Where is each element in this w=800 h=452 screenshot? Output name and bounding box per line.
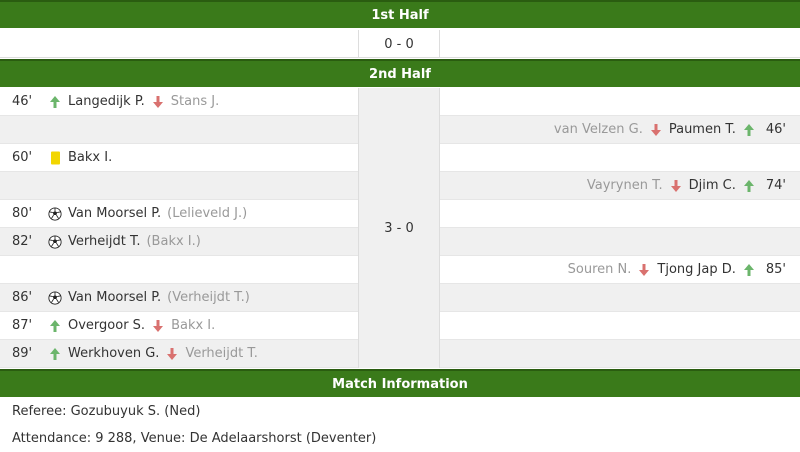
referee-text: Referee: Gozubuyuk S. (Ned) [12,404,201,419]
sub-out-arrow-icon [151,95,165,109]
event-minute: 82' [12,234,33,249]
event-minute: 60' [12,150,33,165]
match-info-title: Match Information [332,376,468,392]
event-secondary-player[interactable]: Souren N. [568,262,632,277]
home-event: 60' Bakx I. [0,144,358,171]
event-minute: 80' [12,206,33,221]
event-secondary-player[interactable]: van Velzen G. [554,122,643,137]
event-minute: 89' [12,346,33,361]
event-secondary-player[interactable]: Bakx I. [171,318,215,333]
sub-in-arrow-icon [742,123,756,137]
home-event: 89' Werkhoven G. Verheijdt T. [0,340,358,367]
event-player[interactable]: Langedijk P. [68,94,145,109]
attendance-venue-text: Attendance: 9 288, Venue: De Adelaarshor… [12,431,377,446]
event-player[interactable]: Van Moorsel P. [68,290,161,305]
event-minute: 86' [12,290,33,305]
home-event: 46' Langedijk P. Stans J. [0,88,358,115]
sub-out-arrow-icon [637,263,651,277]
first-half-title: 1st Half [371,7,429,23]
second-half-score: 3 - 0 [358,88,440,368]
event-player[interactable]: Overgoor S. [68,318,145,333]
home-event: 82' Verheijdt T. (Bakx I.) [0,228,358,255]
first-half-header: 1st Half [0,0,800,28]
attendance-row: Attendance: 9 288, Venue: De Adelaarshor… [0,425,800,452]
second-half-score-value: 3 - 0 [384,220,414,236]
event-player[interactable]: Paumen T. [669,122,736,137]
event-minute: 74' [765,178,786,193]
event-minute: 46' [765,122,786,137]
yellow-card-icon [48,151,62,165]
event-player[interactable]: Verheijdt T. [68,234,140,249]
event-player[interactable]: Bakx I. [68,150,112,165]
event-minute: 87' [12,318,33,333]
event-player[interactable]: Tjong Jap D. [657,262,735,277]
sub-out-arrow-icon [151,319,165,333]
event-minute: 46' [12,94,33,109]
goal-ball-icon [48,234,62,249]
sub-out-arrow-icon [165,347,179,361]
sub-out-arrow-icon [669,179,683,193]
sub-in-arrow-icon [742,263,756,277]
away-event: Vayrynen T. Djim C. 74' [440,172,800,199]
event-player[interactable]: Djim C. [689,178,736,193]
event-secondary-player[interactable]: (Bakx I.) [146,234,200,249]
sub-in-arrow-icon [48,319,62,333]
away-event: Souren N. Tjong Jap D. 85' [440,256,800,283]
sub-in-arrow-icon [48,347,62,361]
away-event: van Velzen G. Paumen T. 46' [440,116,800,143]
event-secondary-player[interactable]: Vayrynen T. [587,178,663,193]
event-secondary-player[interactable]: (Lelieveld J.) [167,206,247,221]
first-half-score: 0 - 0 [358,30,440,58]
event-secondary-player[interactable]: Verheijdt T. [185,346,257,361]
home-event: 80' Van Moorsel P. (Lelieveld J.) [0,200,358,227]
second-half-title: 2nd Half [369,66,431,82]
referee-row: Referee: Gozubuyuk S. (Ned) [0,398,800,425]
event-secondary-player[interactable]: (Verheijdt T.) [167,290,250,305]
second-half-header: 2nd Half [0,59,800,87]
sub-in-arrow-icon [742,179,756,193]
home-event: 86' Van Moorsel P. (Verheijdt T.) [0,284,358,311]
event-secondary-player[interactable]: Stans J. [171,94,219,109]
event-player[interactable]: Van Moorsel P. [68,206,161,221]
match-info-header: Match Information [0,369,800,397]
goal-ball-icon [48,206,62,221]
sub-in-arrow-icon [48,95,62,109]
event-player[interactable]: Werkhoven G. [68,346,159,361]
event-minute: 85' [765,262,786,277]
goal-ball-icon [48,290,62,305]
first-half-score-row: 0 - 0 [0,30,800,58]
home-event: 87' Overgoor S. Bakx I. [0,312,358,339]
sub-out-arrow-icon [649,123,663,137]
